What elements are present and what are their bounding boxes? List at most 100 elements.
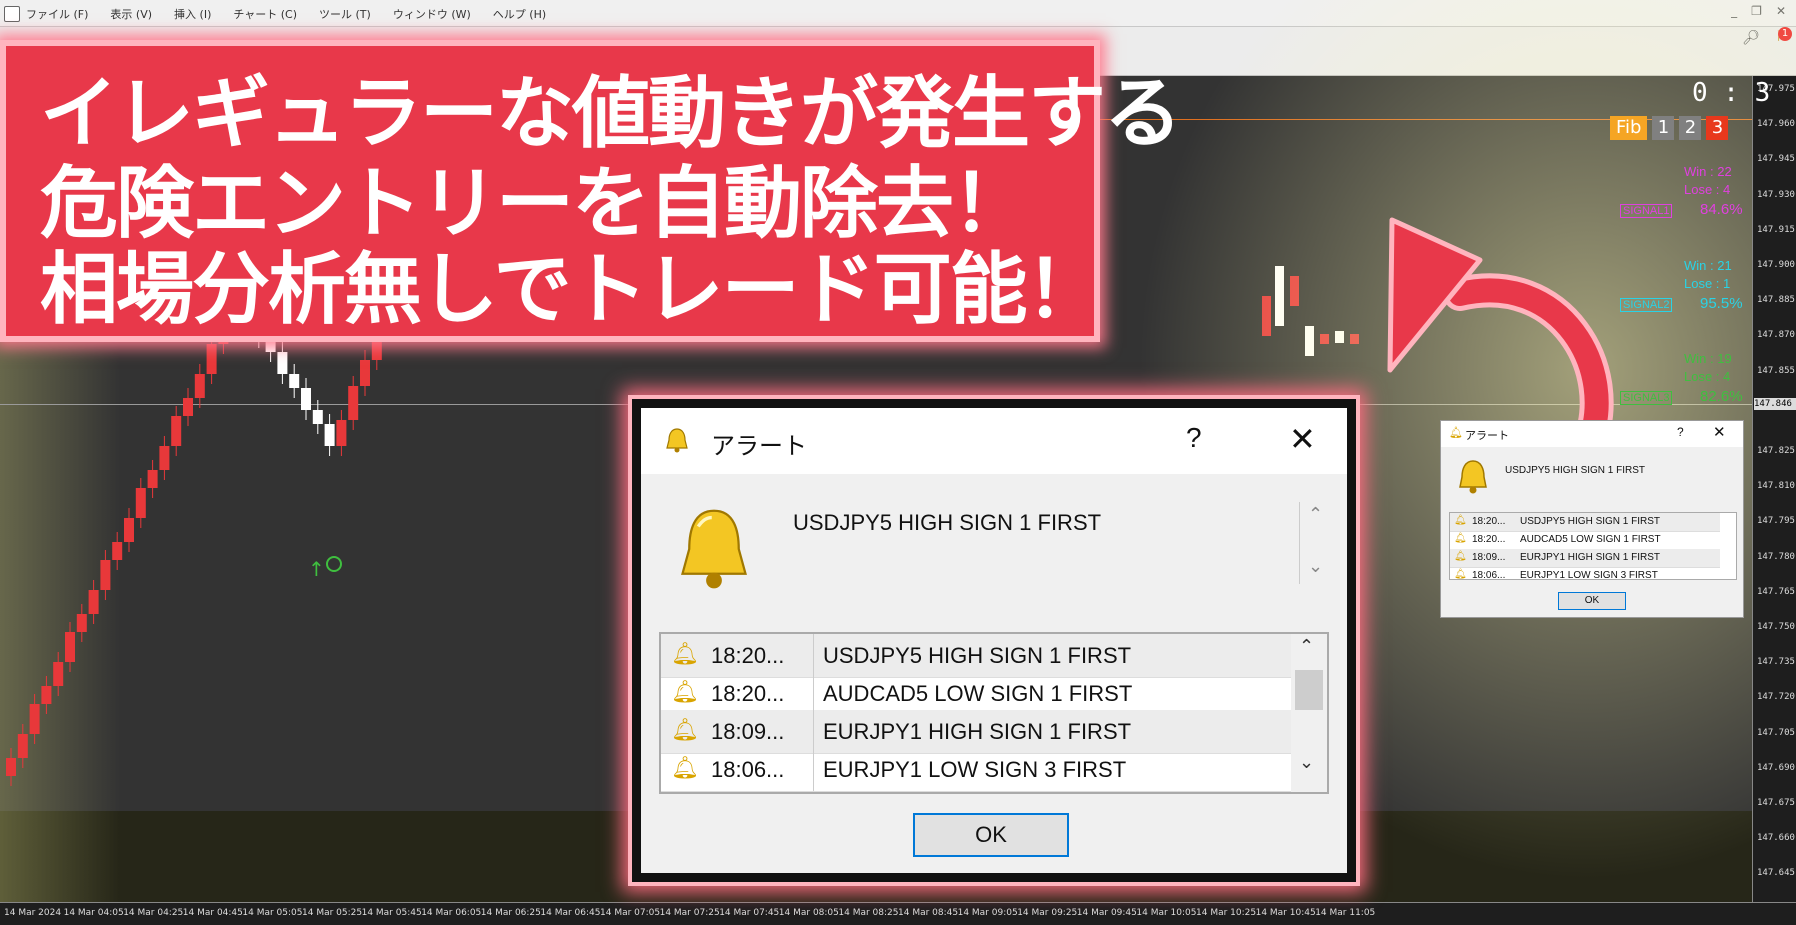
help-button[interactable]: ? [1677,425,1684,439]
alert-title: アラート [711,433,807,460]
time-tick: 14 Mar 10:25 [1196,908,1257,918]
menu-view[interactable]: 表示 (V) [110,6,152,22]
menu-window[interactable]: ウィンドウ (W) [393,6,471,22]
price-tick: 147.915 [1757,224,1795,235]
candle [324,424,335,446]
candle [124,518,134,542]
candle [277,352,288,374]
time-tick: 14 Mar 04:45 [182,908,243,918]
menu-tools[interactable]: ツール (T) [319,6,371,22]
time-tick: 14 Mar 06:45 [540,908,601,918]
time-tick: 14 Mar 2024 [4,908,62,918]
bell-icon: 🔔︎ [671,679,699,704]
candle [17,734,28,758]
price-tick: 147.675 [1757,798,1795,808]
close-icon[interactable]: ✕ [1289,420,1316,458]
candle [1290,276,1299,306]
candle [159,446,170,470]
bell-icon [666,428,688,453]
fib-level-1-button[interactable]: 1 [1652,116,1675,140]
list-item[interactable]: 🔔︎ 18:20... AUDCAD5 LOW SIGN 1 FIRST [1450,531,1720,550]
restore-button[interactable]: ❐ [1751,4,1762,18]
message-scrollbar[interactable]: ⌃ ⌄ [1299,502,1330,584]
menu-file[interactable]: ファイル (F) [26,6,88,22]
search-icon[interactable]: 🔎︎ [1742,30,1760,46]
price-tick: 147.705 [1757,727,1795,738]
up-signal-arrow-icon: ↑ [308,557,325,581]
price-tick: 147.690 [1757,762,1795,773]
price-tick: 147.870 [1757,330,1795,341]
candle [336,420,347,446]
signal3-win: Win : 19 [1684,351,1732,366]
ok-button[interactable]: OK [1558,592,1626,610]
candle [171,416,182,446]
price-tick: 147.720 [1757,692,1795,703]
alert-titlebar: アラート ? ✕ [641,408,1347,474]
bell-icon: 🔔︎ [671,755,699,780]
candle [76,614,87,632]
bell-icon: 🔔︎ [1449,427,1463,439]
signal2-rate: 95.5% [1700,295,1743,312]
candle [135,488,146,518]
alert-text: USDJPY5 HIGH SIGN 1 FIRST [823,643,1132,668]
close-icon[interactable]: ✕ [1713,423,1726,441]
alert-text: EURJPY1 LOW SIGN 3 FIRST [823,757,1127,782]
headline-banner: イレギュラーな値動きが発生する 危険エントリーを自動除去！ 相場分析無しでトレー… [0,40,1182,342]
signal1-rate: 84.6% [1700,201,1743,218]
candle [194,374,205,398]
list-item[interactable]: 🔔︎ 18:06... EURJPY1 LOW SIGN 3 FIRST [1450,567,1720,579]
chevron-down-icon[interactable]: ⌄ [1299,752,1314,773]
scrollbar-thumb[interactable] [1295,670,1323,710]
time-tick: 14 Mar 11:05 [1315,908,1376,918]
alert-time: 18:09... [1472,552,1506,563]
bell-icon [1459,460,1487,494]
alert-time: 18:20... [711,643,785,668]
fib-level-3-button[interactable]: 3 [1706,116,1729,140]
price-tick: 147.735 [1757,657,1795,668]
ok-button[interactable]: OK [913,813,1069,857]
fib-button[interactable]: Fib [1610,116,1648,140]
alert-history-list[interactable]: 🔔︎ 18:20... USDJPY5 HIGH SIGN 1 FIRST 🔔︎… [659,632,1329,794]
list-item[interactable]: 🔔︎ 18:06... EURJPY1 LOW SIGN 3 FIRST [661,748,1291,792]
price-tick: 147.900 [1757,260,1795,270]
close-window-button[interactable]: ✕ [1776,4,1786,18]
time-tick: 14 Mar 07:05 [600,908,661,918]
list-item[interactable]: 🔔︎ 18:09... EURJPY1 HIGH SIGN 1 FIRST [1450,549,1720,568]
fib-level-2-button[interactable]: 2 [1679,116,1702,140]
signal-circle-marker [326,556,342,572]
menu-chart[interactable]: チャート (C) [233,6,297,22]
candle [112,542,123,560]
minimize-button[interactable]: _ [1731,4,1737,18]
column-divider [813,748,814,791]
list-scrollbar[interactable]: ⌃ ⌄ [1291,634,1327,792]
chevron-up-icon[interactable]: ⌃ [1308,504,1323,525]
candle [348,386,359,420]
time-tick: 14 Mar 06:05 [421,908,482,918]
price-tick: 147.795 [1757,516,1795,527]
price-tick: 147.885 [1757,295,1795,306]
time-tick: 14 Mar 08:05 [778,908,839,918]
menu-insert[interactable]: 挿入 (I) [174,6,211,22]
signal3-lose: Lose : 4 [1684,369,1731,384]
candle-timer: 0 : 3 [1692,78,1771,108]
time-tick: 14 Mar 04:25 [123,908,184,918]
time-axis: 14 Mar 2024 14 Mar 04:05 14 Mar 04:25 14 Ma… [0,902,1796,925]
candle [6,758,16,776]
time-tick: 14 Mar 10:45 [1255,908,1316,918]
time-tick: 14 Mar 04:05 [63,908,124,918]
app-icon[interactable] [4,6,20,22]
time-tick: 14 Mar 09:25 [1017,908,1078,918]
menu-help[interactable]: ヘルプ (H) [493,6,546,22]
chevron-down-icon[interactable]: ⌄ [1308,556,1323,577]
alert-time: 18:20... [711,681,785,706]
time-tick: 14 Mar 06:25 [480,908,541,918]
alert-text: USDJPY5 HIGH SIGN 1 FIRST [1520,516,1661,527]
alert-time: 18:20... [1472,516,1506,527]
candle [312,410,323,424]
alert-small-history-list[interactable]: 🔔︎ 18:20... USDJPY5 HIGH SIGN 1 FIRST 🔔︎… [1449,512,1737,580]
list-item[interactable]: 🔔︎ 18:20... USDJPY5 HIGH SIGN 1 FIRST [1450,513,1720,532]
help-button[interactable]: ? [1186,422,1202,454]
alert-text: EURJPY1 HIGH SIGN 1 FIRST [1520,552,1661,563]
bell-icon: 🔔︎ [671,641,699,666]
chevron-up-icon[interactable]: ⌃ [1299,636,1314,657]
